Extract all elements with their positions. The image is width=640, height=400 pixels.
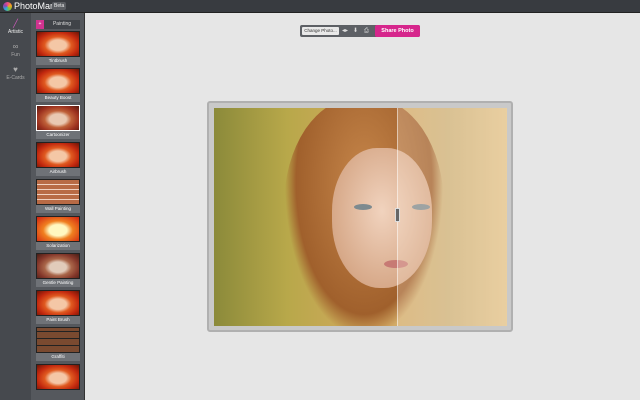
category-label: Painting: [52, 21, 72, 27]
print-icon[interactable]: ⎙: [364, 26, 369, 36]
effect-label: Tintbrush: [36, 57, 80, 65]
effect-label: Paint Brush: [36, 316, 80, 324]
effect-thumbnail: [36, 179, 80, 205]
effect-graffiti[interactable]: Graffiti: [36, 327, 80, 361]
effect-thumbnail: [36, 253, 80, 279]
change-photo-button[interactable]: Change Photo...: [302, 27, 339, 35]
effect-paint-brush[interactable]: Paint Brush: [36, 290, 80, 324]
effect-label: Airbrush: [36, 168, 80, 176]
download-icon[interactable]: ⬇: [353, 26, 358, 36]
photomania-logo-icon: [3, 2, 12, 11]
compare-icon[interactable]: ◂▸: [342, 26, 348, 36]
effect-label: Cartoonizer: [36, 131, 80, 139]
effect-thumbnail: [36, 31, 80, 57]
effect-gentle-painting[interactable]: Gentle Painting: [36, 253, 80, 287]
compare-slider-handle[interactable]: [395, 208, 400, 222]
effect-thumbnail: [36, 364, 80, 390]
nav-label: Artistic: [8, 29, 23, 35]
effect-thumbnail: [36, 142, 80, 168]
effect-beauty-boost[interactable]: Beauty Boost: [36, 68, 80, 102]
top-bar: PhotoMania Beta: [0, 0, 640, 13]
nav-label: Fun: [11, 52, 20, 58]
beta-badge: Beta: [52, 2, 67, 10]
effect-more[interactable]: [36, 364, 80, 398]
nav-fun[interactable]: ∞ Fun: [0, 42, 31, 58]
effect-label: Gentle Painting: [36, 279, 80, 287]
category-header: + Painting: [36, 20, 80, 29]
effect-label: Graffiti: [36, 353, 80, 361]
share-photo-button[interactable]: Share Photo: [375, 25, 420, 37]
effect-wall-painting[interactable]: Wall Painting: [36, 179, 80, 213]
effect-thumbnail: [36, 290, 80, 316]
nav-ecards[interactable]: ♥ E-Cards: [0, 65, 31, 81]
heart-icon: ♥: [13, 65, 18, 74]
effect-thumbnail: [36, 68, 80, 94]
original-half-overlay: [397, 108, 507, 326]
effect-thumbnail: [36, 327, 80, 353]
nav-artistic[interactable]: ╱ Artistic: [0, 19, 31, 35]
category-nav: ╱ Artistic ∞ Fun ♥ E-Cards: [0, 13, 31, 400]
effect-tintbrush[interactable]: Tintbrush: [36, 31, 80, 65]
photo-toolbar: Change Photo... ◂▸ ⬇ ⎙ Share Photo: [300, 25, 420, 37]
effect-label: Beauty Boost: [36, 94, 80, 102]
effect-cartoonizer[interactable]: Cartoonizer: [36, 105, 80, 139]
brush-icon: ╱: [13, 19, 18, 28]
effect-thumbnail: [36, 216, 80, 242]
photo-frame: [207, 101, 513, 332]
effect-thumbnail: [36, 105, 80, 131]
photo-eye: [354, 204, 372, 210]
category-toggle-button[interactable]: +: [36, 20, 44, 29]
photo-canvas: [214, 108, 507, 326]
effect-label: Wall Painting: [36, 205, 80, 213]
effect-solarization[interactable]: Solarization: [36, 216, 80, 250]
glasses-icon: ∞: [12, 42, 19, 51]
effect-label: Solarization: [36, 242, 80, 250]
effect-airbrush[interactable]: Airbrush: [36, 142, 80, 176]
nav-label: E-Cards: [6, 75, 25, 81]
